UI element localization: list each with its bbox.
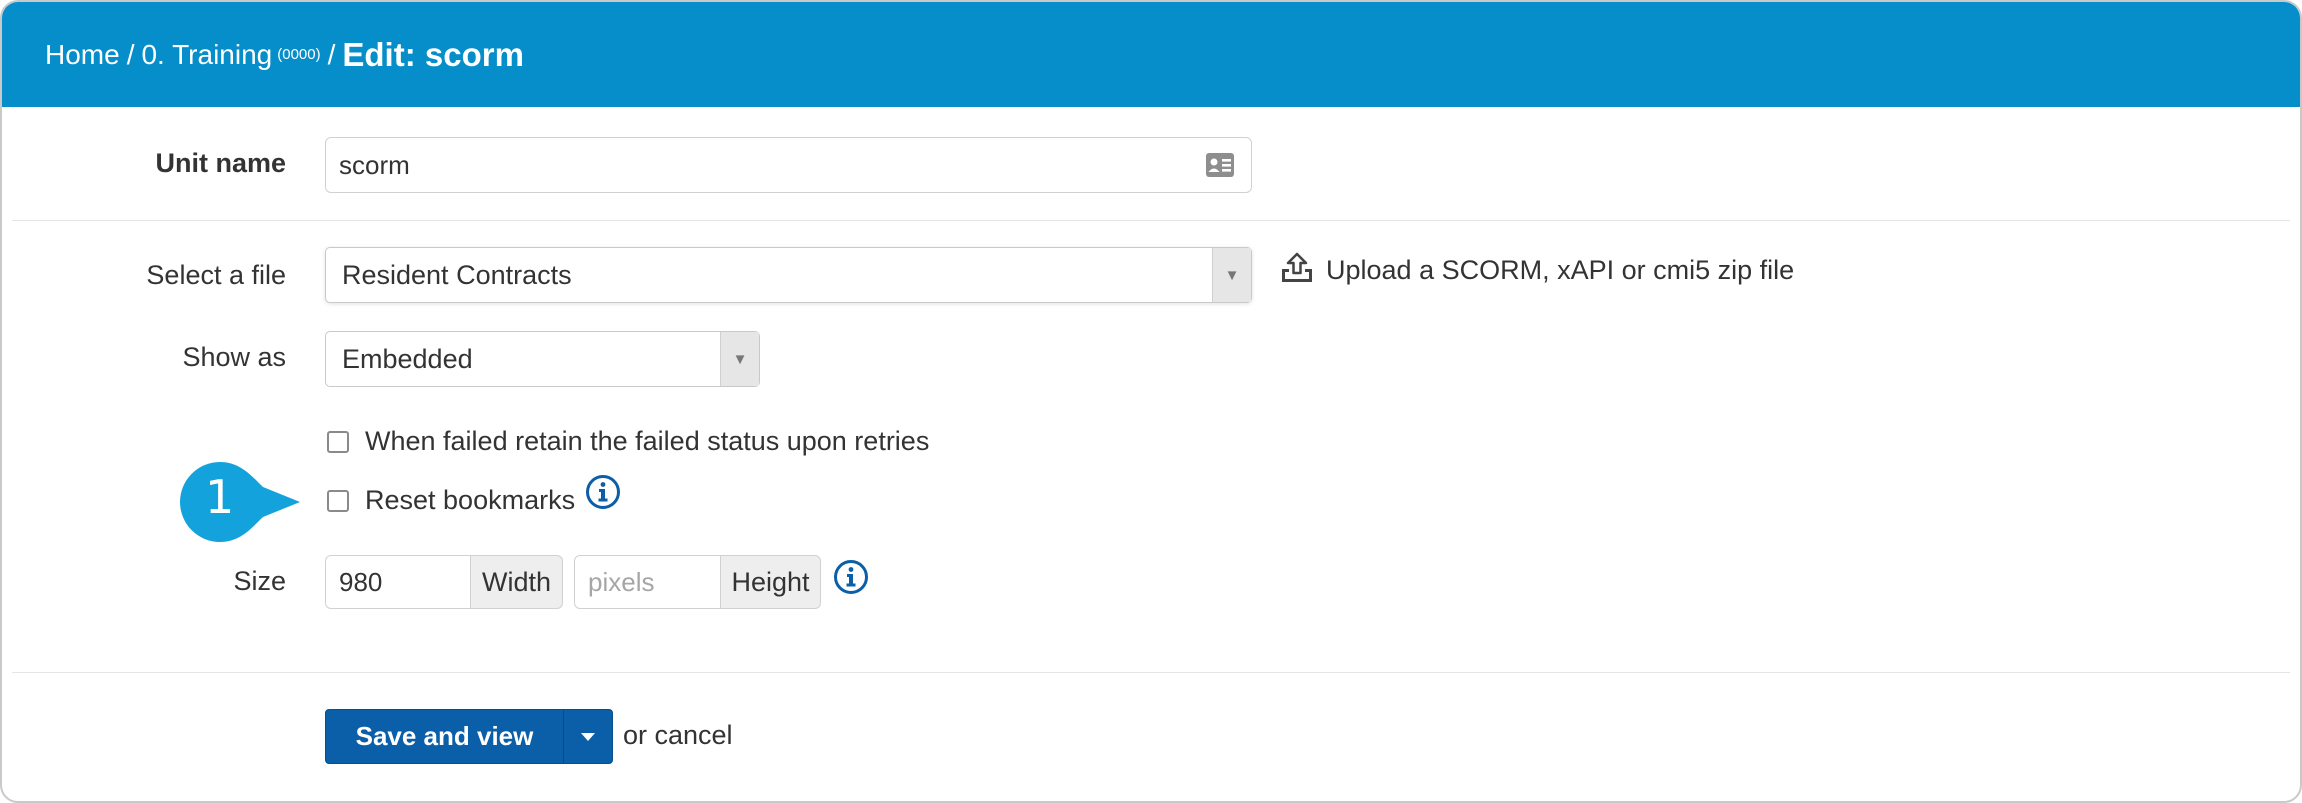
upload-icon[interactable] <box>1280 251 1314 285</box>
width-value: 980 <box>339 566 383 597</box>
select-file-value: Resident Contracts <box>342 259 572 290</box>
show-as-value: Embedded <box>342 343 473 374</box>
reset-bookmarks-checkbox[interactable] <box>327 490 349 512</box>
page-frame: Home / 0. Training (0000) / Edit: scorm … <box>0 0 2302 803</box>
show-as-dropdown[interactable]: Embedded ▼ <box>325 331 760 387</box>
width-input[interactable]: 980 <box>325 555 471 609</box>
cancel-link[interactable]: or cancel <box>623 720 733 751</box>
breadcrumb: Home / 0. Training (0000) / Edit: scorm <box>2 2 2300 107</box>
info-icon[interactable] <box>585 474 621 510</box>
select-file-label: Select a file <box>146 260 286 290</box>
info-icon[interactable] <box>833 559 869 595</box>
callout-number: 1 <box>205 470 235 524</box>
retain-failed-checkbox[interactable] <box>327 431 349 453</box>
reset-bookmarks-label: Reset bookmarks <box>365 485 576 515</box>
height-placeholder: pixels <box>588 566 655 597</box>
width-addon: Width <box>470 555 563 609</box>
upload-file-link[interactable]: Upload a SCORM, xAPI or cmi5 zip file <box>1326 255 1794 286</box>
unit-name-value: scorm <box>339 149 410 180</box>
breadcrumb-home-link[interactable]: Home <box>45 39 120 71</box>
save-and-view-button[interactable]: Save and view <box>325 709 564 764</box>
size-label: Size <box>233 566 286 596</box>
chevron-down-icon: ▼ <box>1212 248 1251 302</box>
retain-failed-label: When failed retain the failed status upo… <box>365 426 930 456</box>
caret-down-icon <box>581 732 595 741</box>
callout-marker <box>180 462 300 542</box>
divider <box>12 220 2290 221</box>
id-card-icon <box>1206 153 1234 177</box>
show-as-label: Show as <box>182 342 286 372</box>
select-file-dropdown[interactable]: Resident Contracts ▼ <box>325 247 1252 303</box>
unit-name-input[interactable]: scorm <box>325 137 1252 193</box>
page-title: Edit: scorm <box>342 35 524 73</box>
save-options-dropdown[interactable] <box>563 709 613 764</box>
divider <box>12 672 2290 673</box>
breadcrumb-separator: / <box>327 38 336 70</box>
unit-name-label: Unit name <box>155 148 286 178</box>
height-input[interactable]: pixels <box>574 555 721 609</box>
breadcrumb-course-code: (0000) <box>277 46 321 63</box>
chevron-down-icon: ▼ <box>720 332 759 386</box>
breadcrumb-course-link[interactable]: 0. Training <box>141 39 272 71</box>
breadcrumb-separator: / <box>126 38 135 70</box>
height-addon: Height <box>720 555 821 609</box>
